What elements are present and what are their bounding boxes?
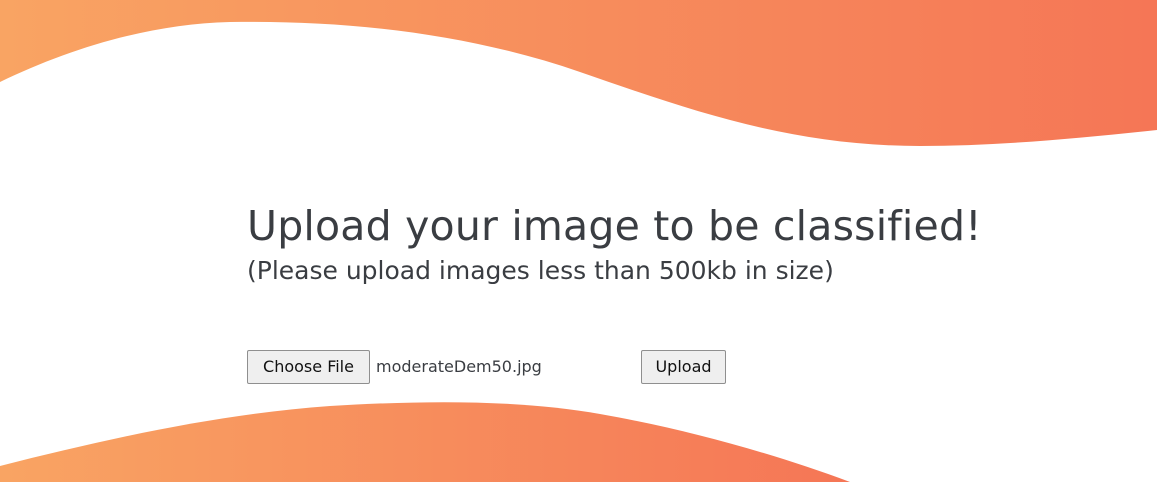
size-hint: (Please upload images less than 500kb in… [247,256,834,285]
upload-button[interactable]: Upload [641,350,726,384]
header-block: Upload your image to be classified! (Ple… [247,198,1127,288]
selected-file-name: moderateDem50.jpg [376,357,542,376]
choose-file-button[interactable]: Choose File [247,350,370,384]
bottom-wave [0,402,850,482]
page: Upload your image to be classified! (Ple… [0,0,1157,482]
top-wave [0,0,1157,146]
page-title: Upload your image to be classified! [247,202,982,250]
